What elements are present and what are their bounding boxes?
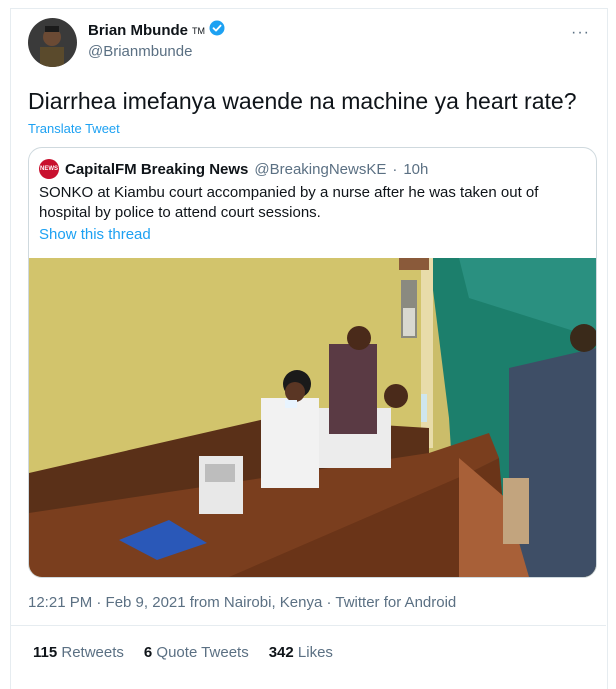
tweet-text: Diarrhea imefanya waende na machine ya h…	[28, 88, 577, 114]
author-name[interactable]: Brian Mbunde	[88, 22, 188, 39]
courtroom-photo[interactable]	[29, 258, 596, 577]
quoted-tweet[interactable]: NEWS CapitalFM Breaking News @BreakingNe…	[28, 147, 597, 578]
engagement-stats: 115 Retweets 6 Quote Tweets 342 Likes	[33, 644, 333, 661]
retweets-count: 115	[33, 644, 58, 661]
author-handle[interactable]: @Brianmbunde	[88, 43, 192, 60]
quoted-avatar[interactable]: NEWS	[39, 159, 59, 179]
trademark-symbol: TM	[192, 25, 205, 36]
author-name-row[interactable]: Brian Mbunde TM	[88, 20, 225, 41]
more-options-icon[interactable]: ···	[571, 24, 590, 42]
likes-stat[interactable]: 342 Likes	[269, 644, 333, 661]
quoted-timestamp[interactable]: 10h	[403, 161, 428, 178]
divider	[10, 625, 606, 626]
avatar[interactable]	[28, 18, 77, 67]
quoted-tweet-text: SONKO at Kiambu court accompanied by a n…	[39, 184, 539, 221]
translate-tweet-link[interactable]: Translate Tweet	[28, 121, 120, 136]
quoted-tweet-header: NEWS CapitalFM Breaking News @BreakingNe…	[39, 159, 428, 179]
quote-tweets-count: 6	[143, 644, 153, 661]
likes-label: Likes	[297, 644, 333, 661]
retweets-label: Retweets	[61, 644, 124, 661]
show-thread-link[interactable]: Show this thread	[39, 226, 151, 243]
separator-dot: ·	[392, 160, 398, 178]
quote-tweets-label: Quote Tweets	[156, 644, 249, 661]
quote-tweets-stat[interactable]: 6 Quote Tweets	[144, 644, 249, 661]
likes-count: 342	[268, 644, 294, 661]
verified-badge-icon	[209, 20, 225, 41]
tweet-timestamp[interactable]: 12:21 PM · Feb 9, 2021 from Nairobi, Ken…	[28, 594, 456, 611]
quoted-author-handle[interactable]: @BreakingNewsKE	[254, 161, 386, 178]
retweets-stat[interactable]: 115 Retweets	[33, 644, 124, 661]
quoted-author-name[interactable]: CapitalFM Breaking News	[65, 161, 248, 178]
